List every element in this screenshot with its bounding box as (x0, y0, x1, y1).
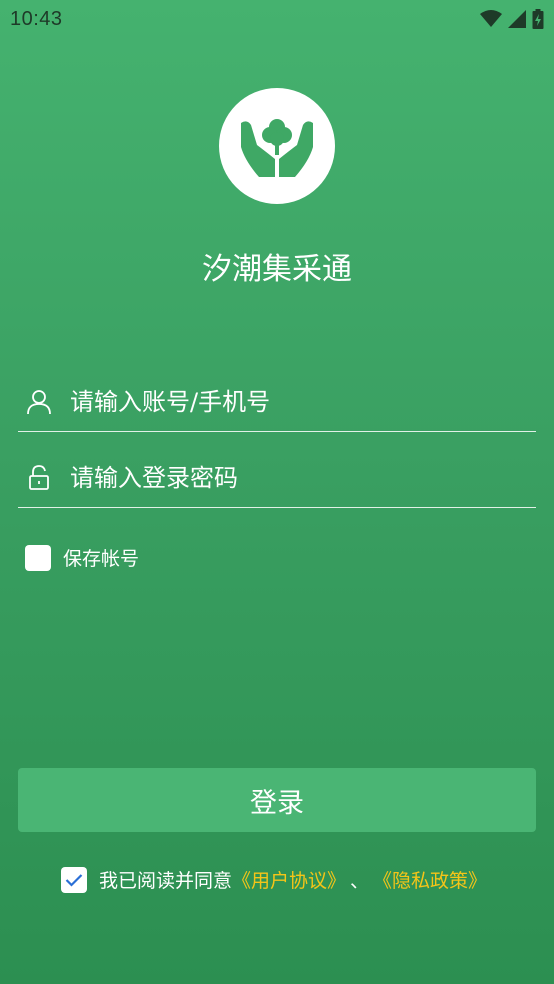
status-time: 10:43 (10, 7, 63, 30)
app-title: 汐潮集采通 (202, 252, 352, 287)
signal-icon (508, 10, 526, 28)
agreement-row: 我已阅读并同意 《用户协议》 、 《隐私政策》 (61, 866, 487, 893)
user-agreement-link[interactable]: 《用户协议》 (232, 866, 346, 893)
account-input[interactable] (70, 387, 536, 416)
agreement-checkbox[interactable] (61, 866, 87, 893)
hands-tree-icon (241, 119, 313, 177)
user-icon (22, 385, 56, 419)
password-input[interactable] (70, 463, 536, 492)
account-field[interactable] (18, 372, 536, 432)
checkmark-icon (65, 873, 83, 887)
remember-label: 保存帐号 (63, 548, 140, 570)
remember-account[interactable]: 保存帐号 (25, 544, 139, 571)
wifi-icon (480, 10, 502, 27)
password-field[interactable] (18, 448, 536, 508)
privacy-policy-link[interactable]: 《隐私政策》 (373, 866, 487, 893)
remember-checkbox[interactable] (25, 544, 51, 571)
battery-charging-icon (532, 9, 544, 29)
agreement-separator: 、 (350, 870, 370, 892)
status-icons (480, 9, 544, 29)
lock-icon (22, 461, 56, 495)
agreement-prefix: 我已阅读并同意 (99, 870, 233, 892)
status-bar: 10:43 (0, 0, 554, 38)
login-button[interactable]: 登录 (18, 768, 536, 832)
app-logo (219, 88, 335, 204)
